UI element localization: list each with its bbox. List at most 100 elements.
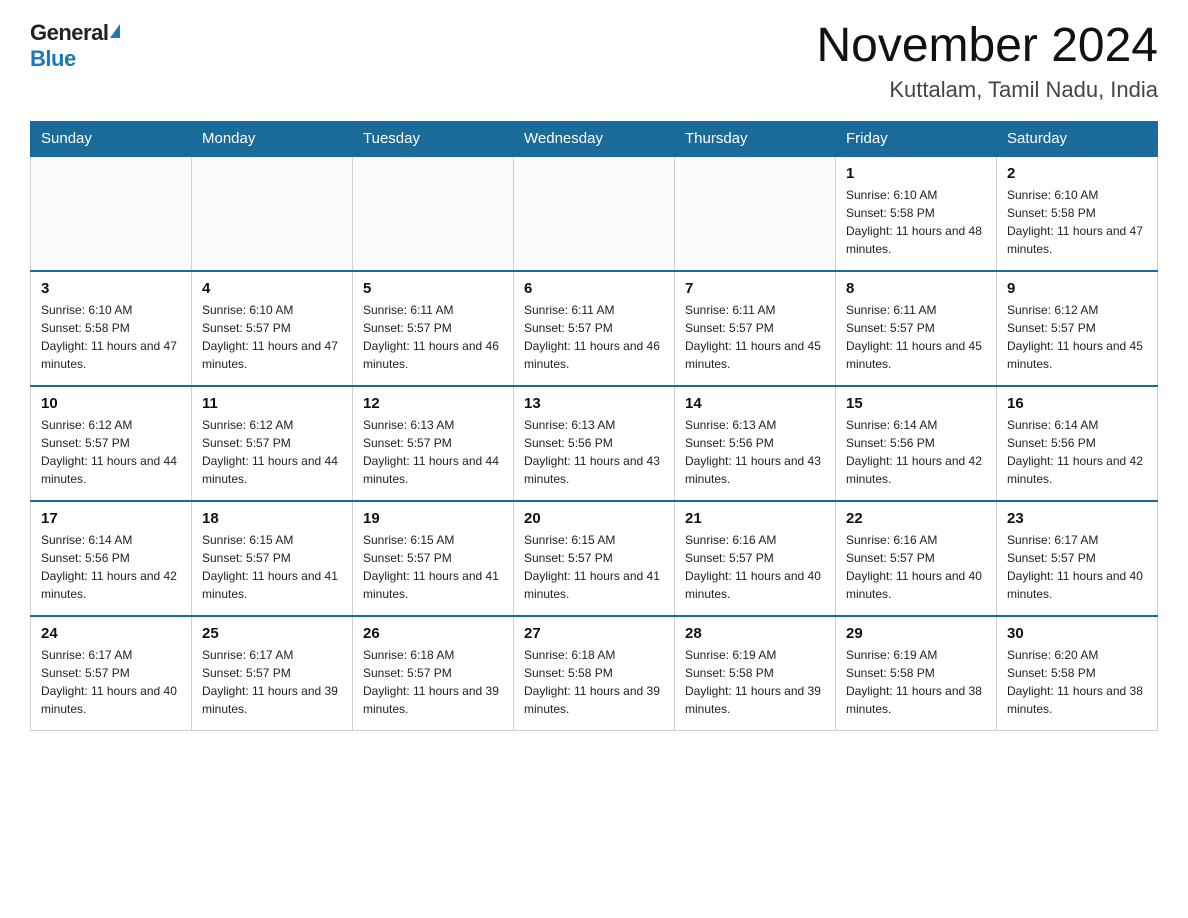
calendar-cell: 22 Sunrise: 6:16 AMSunset: 5:57 PMDayligh… — [836, 501, 997, 616]
calendar-cell: 10 Sunrise: 6:12 AMSunset: 5:57 PMDayligh… — [31, 386, 192, 501]
day-number: 23 — [1007, 510, 1147, 527]
day-number: 19 — [363, 510, 503, 527]
calendar-week-4: 17 Sunrise: 6:14 AMSunset: 5:56 PMDayligh… — [31, 501, 1158, 616]
calendar-cell: 24 Sunrise: 6:17 AMSunset: 5:57 PMDayligh… — [31, 616, 192, 731]
day-info: Sunrise: 6:19 AMSunset: 5:58 PMDaylight:… — [685, 646, 825, 718]
calendar-cell: 27Sunrise: 6:18 AMSunset: 5:58 PMDayligh… — [514, 616, 675, 731]
day-number: 26 — [363, 625, 503, 642]
day-number: 17 — [41, 510, 181, 527]
day-number: 12 — [363, 395, 503, 412]
calendar-cell: 19 Sunrise: 6:15 AMSunset: 5:57 PMDayligh… — [353, 501, 514, 616]
day-number: 18 — [202, 510, 342, 527]
day-info: Sunrise: 6:14 AMSunset: 5:56 PMDaylight:… — [1007, 416, 1147, 488]
day-number: 29 — [846, 625, 986, 642]
calendar-cell: 2 Sunrise: 6:10 AMSunset: 5:58 PMDaylight… — [997, 156, 1158, 271]
calendar-cell: 30 Sunrise: 6:20 AMSunset: 5:58 PMDayligh… — [997, 616, 1158, 731]
day-number: 9 — [1007, 280, 1147, 297]
day-info: Sunrise: 6:11 AMSunset: 5:57 PMDaylight:… — [685, 301, 825, 373]
day-info: Sunrise: 6:15 AMSunset: 5:57 PMDaylight:… — [363, 531, 503, 603]
day-info: Sunrise: 6:19 AMSunset: 5:58 PMDaylight:… — [846, 646, 986, 718]
weekday-header-saturday: Saturday — [997, 121, 1158, 156]
calendar-cell: 4Sunrise: 6:10 AMSunset: 5:57 PMDaylight… — [192, 271, 353, 386]
day-number: 11 — [202, 395, 342, 412]
day-number: 5 — [363, 280, 503, 297]
day-info: Sunrise: 6:14 AMSunset: 5:56 PMDaylight:… — [41, 531, 181, 603]
calendar-table: SundayMondayTuesdayWednesdayThursdayFrid… — [30, 121, 1158, 731]
calendar-cell: 25 Sunrise: 6:17 AMSunset: 5:57 PMDayligh… — [192, 616, 353, 731]
day-number: 7 — [685, 280, 825, 297]
day-number: 13 — [524, 395, 664, 412]
calendar-cell: 5 Sunrise: 6:11 AMSunset: 5:57 PMDaylight… — [353, 271, 514, 386]
calendar-cell — [192, 156, 353, 271]
logo-blue-text: Blue — [30, 46, 76, 72]
calendar-cell: 17 Sunrise: 6:14 AMSunset: 5:56 PMDayligh… — [31, 501, 192, 616]
day-number: 27 — [524, 625, 664, 642]
day-info: Sunrise: 6:16 AMSunset: 5:57 PMDaylight:… — [846, 531, 986, 603]
calendar-title: November 2024 — [816, 20, 1158, 73]
calendar-cell: 29 Sunrise: 6:19 AMSunset: 5:58 PMDayligh… — [836, 616, 997, 731]
day-info: Sunrise: 6:10 AMSunset: 5:58 PMDaylight:… — [41, 301, 181, 373]
page-header: General Blue November 2024 Kuttalam, Tam… — [30, 20, 1158, 103]
day-info: Sunrise: 6:12 AMSunset: 5:57 PMDaylight:… — [202, 416, 342, 488]
day-info: Sunrise: 6:17 AMSunset: 5:57 PMDaylight:… — [41, 646, 181, 718]
weekday-header-wednesday: Wednesday — [514, 121, 675, 156]
calendar-cell: 26 Sunrise: 6:18 AMSunset: 5:57 PMDayligh… — [353, 616, 514, 731]
calendar-cell: 16 Sunrise: 6:14 AMSunset: 5:56 PMDayligh… — [997, 386, 1158, 501]
calendar-cell: 11 Sunrise: 6:12 AMSunset: 5:57 PMDayligh… — [192, 386, 353, 501]
day-info: Sunrise: 6:11 AMSunset: 5:57 PMDaylight:… — [524, 301, 664, 373]
calendar-cell: 12Sunrise: 6:13 AMSunset: 5:57 PMDayligh… — [353, 386, 514, 501]
calendar-cell: 18Sunrise: 6:15 AMSunset: 5:57 PMDayligh… — [192, 501, 353, 616]
day-number: 22 — [846, 510, 986, 527]
calendar-cell: 6 Sunrise: 6:11 AMSunset: 5:57 PMDaylight… — [514, 271, 675, 386]
logo-triangle-icon — [110, 24, 120, 38]
weekday-header-tuesday: Tuesday — [353, 121, 514, 156]
day-info: Sunrise: 6:10 AMSunset: 5:58 PMDaylight:… — [846, 186, 986, 258]
calendar-cell: 23Sunrise: 6:17 AMSunset: 5:57 PMDayligh… — [997, 501, 1158, 616]
day-number: 21 — [685, 510, 825, 527]
day-info: Sunrise: 6:18 AMSunset: 5:57 PMDaylight:… — [363, 646, 503, 718]
day-info: Sunrise: 6:16 AMSunset: 5:57 PMDaylight:… — [685, 531, 825, 603]
day-number: 24 — [41, 625, 181, 642]
day-info: Sunrise: 6:11 AMSunset: 5:57 PMDaylight:… — [846, 301, 986, 373]
day-info: Sunrise: 6:11 AMSunset: 5:57 PMDaylight:… — [363, 301, 503, 373]
calendar-cell: 13 Sunrise: 6:13 AMSunset: 5:56 PMDayligh… — [514, 386, 675, 501]
calendar-cell — [675, 156, 836, 271]
day-number: 20 — [524, 510, 664, 527]
weekday-header-thursday: Thursday — [675, 121, 836, 156]
calendar-cell — [514, 156, 675, 271]
day-number: 15 — [846, 395, 986, 412]
day-number: 10 — [41, 395, 181, 412]
day-info: Sunrise: 6:13 AMSunset: 5:56 PMDaylight:… — [685, 416, 825, 488]
day-info: Sunrise: 6:10 AMSunset: 5:58 PMDaylight:… — [1007, 186, 1147, 258]
day-number: 1 — [846, 165, 986, 182]
calendar-cell: 20Sunrise: 6:15 AMSunset: 5:57 PMDayligh… — [514, 501, 675, 616]
calendar-cell — [353, 156, 514, 271]
day-number: 6 — [524, 280, 664, 297]
calendar-cell: 8Sunrise: 6:11 AMSunset: 5:57 PMDaylight… — [836, 271, 997, 386]
day-number: 2 — [1007, 165, 1147, 182]
day-number: 3 — [41, 280, 181, 297]
calendar-cell: 9Sunrise: 6:12 AMSunset: 5:57 PMDaylight… — [997, 271, 1158, 386]
day-info: Sunrise: 6:20 AMSunset: 5:58 PMDaylight:… — [1007, 646, 1147, 718]
day-number: 4 — [202, 280, 342, 297]
weekday-header-monday: Monday — [192, 121, 353, 156]
calendar-cell: 7 Sunrise: 6:11 AMSunset: 5:57 PMDaylight… — [675, 271, 836, 386]
weekday-header-row: SundayMondayTuesdayWednesdayThursdayFrid… — [31, 121, 1158, 156]
day-number: 28 — [685, 625, 825, 642]
day-info: Sunrise: 6:17 AMSunset: 5:57 PMDaylight:… — [202, 646, 342, 718]
calendar-cell: 3 Sunrise: 6:10 AMSunset: 5:58 PMDaylight… — [31, 271, 192, 386]
day-number: 25 — [202, 625, 342, 642]
day-number: 30 — [1007, 625, 1147, 642]
calendar-cell: 21 Sunrise: 6:16 AMSunset: 5:57 PMDayligh… — [675, 501, 836, 616]
calendar-cell: 28 Sunrise: 6:19 AMSunset: 5:58 PMDayligh… — [675, 616, 836, 731]
day-info: Sunrise: 6:14 AMSunset: 5:56 PMDaylight:… — [846, 416, 986, 488]
day-number: 16 — [1007, 395, 1147, 412]
weekday-header-friday: Friday — [836, 121, 997, 156]
title-block: November 2024 Kuttalam, Tamil Nadu, Indi… — [816, 20, 1158, 103]
logo-general-text: General — [30, 20, 108, 46]
calendar-week-1: 1 Sunrise: 6:10 AMSunset: 5:58 PMDaylight… — [31, 156, 1158, 271]
calendar-week-5: 24 Sunrise: 6:17 AMSunset: 5:57 PMDayligh… — [31, 616, 1158, 731]
day-info: Sunrise: 6:13 AMSunset: 5:56 PMDaylight:… — [524, 416, 664, 488]
day-info: Sunrise: 6:12 AMSunset: 5:57 PMDaylight:… — [41, 416, 181, 488]
calendar-location: Kuttalam, Tamil Nadu, India — [816, 77, 1158, 103]
